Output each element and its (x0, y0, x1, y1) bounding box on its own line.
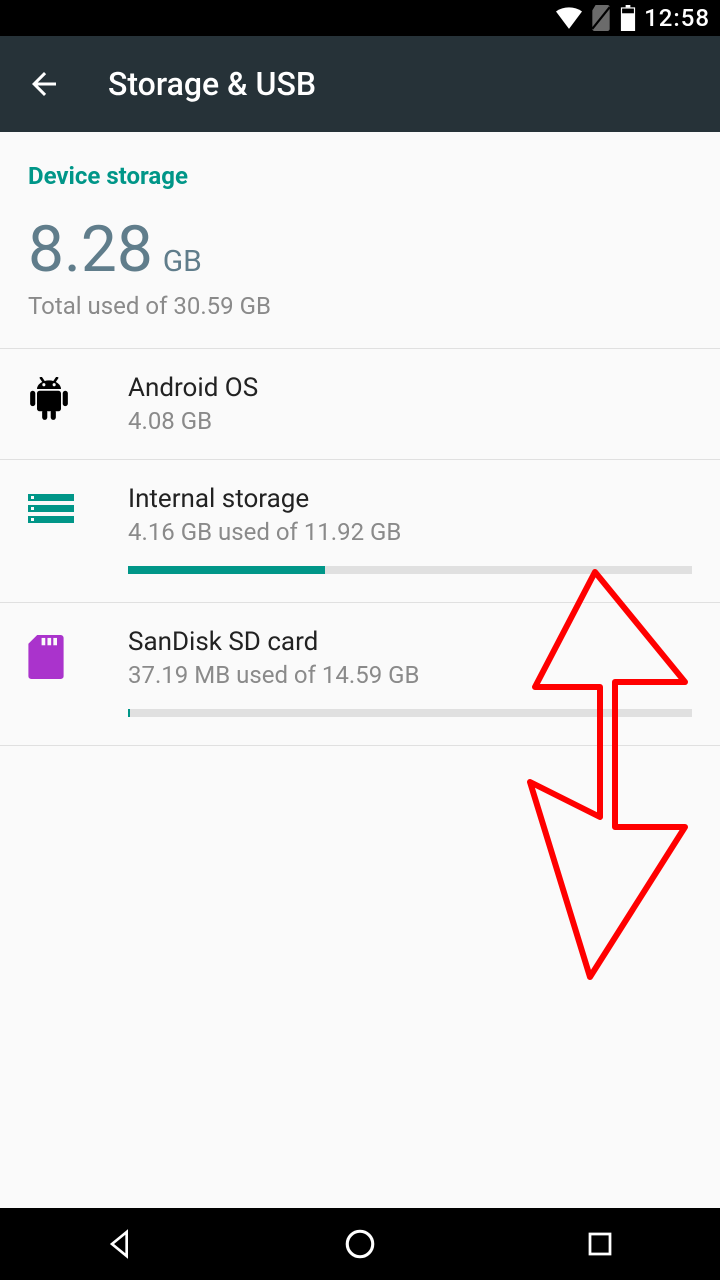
progress-bar (128, 566, 692, 574)
nav-recent-button[interactable] (560, 1220, 640, 1268)
row-android-os[interactable]: Android OS 4.08 GB (0, 349, 720, 459)
wifi-icon (556, 7, 582, 29)
row-title: Internal storage (128, 484, 692, 514)
back-button[interactable] (22, 62, 66, 106)
summary-subtitle: Total used of 30.59 GB (28, 292, 692, 320)
status-bar: 12:58 (0, 0, 720, 36)
progress-fill (128, 709, 130, 717)
row-title: SanDisk SD card (128, 627, 692, 657)
row-internal-storage[interactable]: Internal storage 4.16 GB used of 11.92 G… (0, 460, 720, 602)
storage-icon (28, 484, 98, 524)
app-bar: Storage & USB (0, 36, 720, 132)
divider (0, 745, 720, 746)
section-title: Device storage (0, 132, 720, 200)
summary-unit: GB (163, 244, 202, 279)
page-title: Storage & USB (108, 65, 316, 103)
no-sim-icon (590, 5, 612, 31)
storage-summary: 8.28 GB Total used of 30.59 GB (0, 200, 720, 348)
navigation-bar (0, 1208, 720, 1280)
battery-icon (620, 5, 636, 31)
nav-back-button[interactable] (80, 1220, 160, 1268)
summary-value: 8.28 (28, 218, 153, 282)
android-icon (28, 373, 98, 425)
row-subtitle: 37.19 MB used of 14.59 GB (128, 661, 692, 689)
sd-card-icon (28, 627, 98, 679)
row-sd-card[interactable]: SanDisk SD card 37.19 MB used of 14.59 G… (0, 603, 720, 745)
progress-fill (128, 566, 325, 574)
row-subtitle: 4.08 GB (128, 407, 692, 435)
row-subtitle: 4.16 GB used of 11.92 GB (128, 518, 692, 546)
nav-home-button[interactable] (320, 1220, 400, 1268)
content: Device storage 8.28 GB Total used of 30.… (0, 132, 720, 1208)
status-time: 12:58 (644, 4, 710, 32)
screen: 12:58 Storage & USB Device storage 8.28 … (0, 0, 720, 1280)
progress-bar (128, 709, 692, 717)
row-title: Android OS (128, 373, 692, 403)
